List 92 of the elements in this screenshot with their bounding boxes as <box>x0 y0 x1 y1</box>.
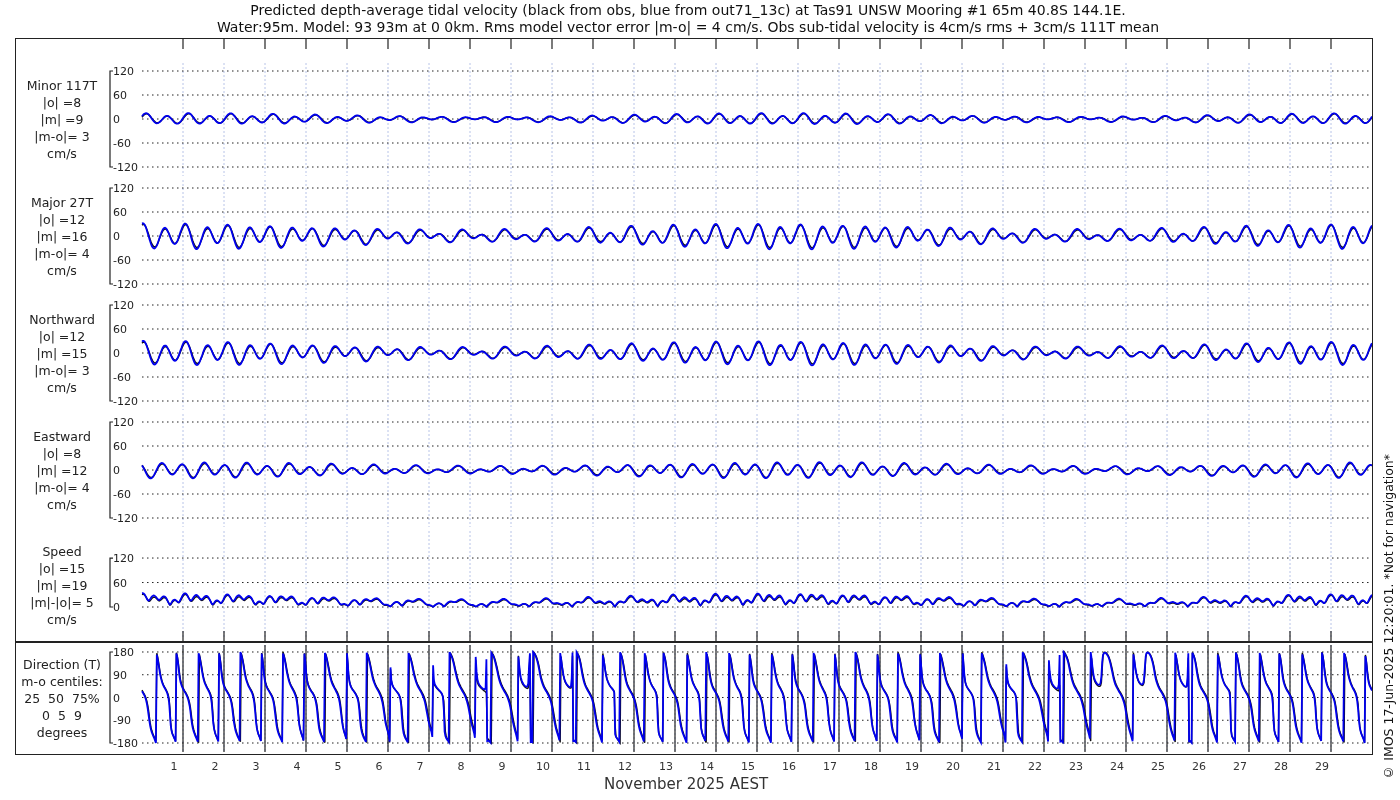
x-tick-label: 28 <box>1274 760 1288 773</box>
x-tick-label: 26 <box>1192 760 1206 773</box>
chart-title: Predicted depth-average tidal velocity (black from obs, blue from out71_13c) at Tas91 UNSW Mooring #1 65m 40.8S 144.1E. <box>250 2 1126 19</box>
x-tick-label: 24 <box>1110 760 1124 773</box>
y-tick-label: 0 <box>113 691 120 705</box>
panel-label: cm/s <box>47 379 77 396</box>
x-tick-label: 5 <box>334 760 342 773</box>
y-tick-label: -90 <box>113 714 131 728</box>
x-tick-label: 13 <box>659 760 673 773</box>
y-tick-label: -60 <box>113 371 131 384</box>
panel-label: degrees <box>36 724 88 741</box>
panel-label: |m| =19 <box>36 576 88 594</box>
x-tick-label: 23 <box>1069 760 1083 773</box>
panel-label: |o| =12 <box>38 328 86 345</box>
x-tick-label: 4 <box>293 760 301 773</box>
panel-label: m-o centiles: <box>21 673 103 690</box>
panel-label: |m-o|= 4 <box>34 479 90 496</box>
x-tick-label: 11 <box>577 760 591 773</box>
x-tick-label: 7 <box>416 760 424 773</box>
y-tick-label: -60 <box>113 488 131 501</box>
x-tick-label: 20 <box>946 760 960 773</box>
x-tick-label: 3 <box>252 760 260 773</box>
panel-label: Speed <box>42 542 82 560</box>
y-tick-label: 120 <box>113 416 134 429</box>
x-tick-label: 15 <box>741 760 755 773</box>
panel-label: |m-o|= 3 <box>34 128 90 145</box>
panel-label: Major 27T <box>30 194 94 211</box>
x-tick-label: 21 <box>987 760 1001 773</box>
panel-label: Minor 117T <box>26 77 98 94</box>
y-tick-label: 90 <box>113 668 127 682</box>
y-tick-label: -120 <box>113 161 138 174</box>
x-tick-label: 2 <box>211 760 219 773</box>
y-tick-label: -60 <box>113 254 131 267</box>
y-tick-label: -60 <box>113 137 131 150</box>
y-tick-label: 120 <box>113 182 134 195</box>
y-tick-label: 120 <box>113 65 134 78</box>
y-tick-label: -120 <box>113 278 138 291</box>
y-tick-label: -180 <box>113 737 138 750</box>
panel-label: cm/s <box>47 610 77 628</box>
panel-label: |m| =12 <box>36 462 88 479</box>
y-tick-label: 60 <box>113 440 127 453</box>
x-tick-label: 12 <box>618 760 632 773</box>
x-tick-label: 17 <box>823 760 837 773</box>
panel-label: |o| =15 <box>38 559 86 577</box>
y-tick-label: 60 <box>113 323 127 336</box>
y-tick-label: 60 <box>113 89 127 102</box>
chart-title: Water:95m. Model: 93 93m at 0 0km. Rms model vector error |m-o| = 4 cm/s. Obs sub-tidal velocity is 4cm/s rms + 3cm/s 111T mean <box>216 19 1160 36</box>
y-tick-label: 0 <box>113 464 120 477</box>
y-tick-label: -120 <box>113 395 138 408</box>
y-tick-label: 0 <box>113 601 120 614</box>
x-tick-label: 29 <box>1315 760 1329 773</box>
panel-label: Northward <box>29 311 95 328</box>
y-tick-label: 0 <box>113 347 120 360</box>
panel-label: |m|-|o|= 5 <box>30 593 94 611</box>
panel-label: Eastward <box>33 428 91 445</box>
x-axis-title: November 2025 AEST <box>603 775 769 793</box>
y-tick-label: 180 <box>113 646 134 659</box>
x-tick-label: 16 <box>782 760 796 773</box>
panel-label: |m| =15 <box>36 345 88 362</box>
x-tick-label: 19 <box>905 760 919 773</box>
panel-label: cm/s <box>47 145 77 162</box>
x-tick-label: 14 <box>700 760 714 773</box>
x-tick-label: 27 <box>1233 760 1247 773</box>
y-tick-label: -120 <box>113 512 138 525</box>
x-tick-label: 22 <box>1028 760 1042 773</box>
panel-label: 0 5 9 <box>42 707 82 724</box>
x-tick-label: 8 <box>457 760 465 773</box>
panel-label: |m-o|= 4 <box>34 245 90 262</box>
y-tick-label: 0 <box>113 113 120 126</box>
y-tick-label: 0 <box>113 230 120 243</box>
panel-label: |o| =8 <box>42 445 82 462</box>
x-tick-label: 9 <box>498 760 506 773</box>
panel-label: 25 50 75% <box>24 690 100 707</box>
x-tick-label: 10 <box>536 760 550 773</box>
y-axis <box>109 557 114 608</box>
panel-label: Direction (T) <box>23 656 101 673</box>
panel-label: cm/s <box>47 496 77 513</box>
y-tick-label: 60 <box>113 206 127 219</box>
panel-label: |m| =16 <box>36 228 88 245</box>
x-tick-label: 25 <box>1151 760 1165 773</box>
y-tick-label: 120 <box>113 299 134 312</box>
x-tick-label: 1 <box>170 760 178 773</box>
panel-label: cm/s <box>47 262 77 279</box>
credit-text: © IMOS 17-Jun-2025 12:20:01. *Not for navigation* <box>1380 454 1396 780</box>
y-tick-label: 120 <box>113 552 134 566</box>
panel-label: |o| =12 <box>38 211 86 228</box>
x-tick-label: 18 <box>864 760 878 773</box>
panel-label: |m-o|= 3 <box>34 362 90 379</box>
panel-label: |m| =9 <box>40 111 84 128</box>
y-tick-label: 60 <box>113 576 127 590</box>
panel-label: |o| =8 <box>42 94 82 111</box>
x-tick-label: 6 <box>375 760 383 773</box>
